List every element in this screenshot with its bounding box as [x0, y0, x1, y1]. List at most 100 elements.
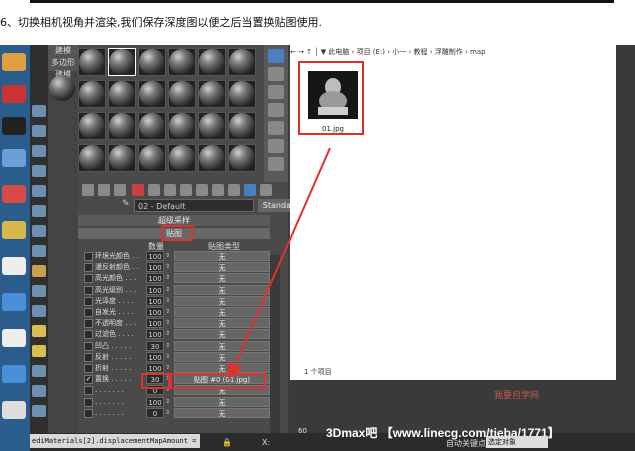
- map-amount-field[interactable]: 100: [146, 273, 164, 284]
- tool-icon[interactable]: [32, 185, 46, 197]
- map-enable-checkbox[interactable]: [84, 330, 93, 340]
- map-type-button[interactable]: 无: [174, 284, 270, 295]
- desktop-icon[interactable]: [2, 221, 26, 239]
- copy-material-icon[interactable]: [148, 184, 160, 196]
- sample-slot[interactable]: [138, 80, 166, 108]
- amount-spinner[interactable]: ⇕: [165, 397, 170, 407]
- desktop-icon[interactable]: [2, 85, 26, 103]
- put-library-icon[interactable]: [180, 184, 192, 196]
- sample-type-icon[interactable]: [268, 49, 284, 63]
- map-enable-checkbox[interactable]: [84, 252, 93, 261]
- light-icon[interactable]: [32, 325, 46, 337]
- map-type-button[interactable]: 无: [174, 396, 270, 407]
- map-amount-field[interactable]: 100: [146, 307, 164, 317]
- map-amount-field[interactable]: 100: [146, 295, 164, 306]
- sample-slot[interactable]: [138, 48, 166, 76]
- map-enable-checkbox[interactable]: [84, 285, 93, 295]
- tool-icon[interactable]: [32, 165, 46, 177]
- map-type-button[interactable]: 无: [174, 273, 270, 284]
- sample-slot[interactable]: [198, 112, 226, 140]
- desktop-icon[interactable]: [2, 53, 26, 71]
- get-material-icon[interactable]: [82, 184, 94, 196]
- amount-spinner[interactable]: ⇕: [165, 363, 170, 373]
- sample-slot[interactable]: [168, 48, 196, 76]
- desktop-icon[interactable]: [2, 149, 26, 167]
- sample-slot[interactable]: [138, 144, 166, 172]
- put-to-scene-icon[interactable]: [98, 184, 110, 196]
- map-amount-field[interactable]: 100: [146, 329, 164, 340]
- reset-map-icon[interactable]: [132, 184, 144, 196]
- map-type-button[interactable]: 无: [174, 407, 270, 418]
- map-type-button[interactable]: 无: [174, 251, 270, 261]
- map-enable-checkbox[interactable]: [84, 364, 93, 373]
- sample-slot[interactable]: [198, 144, 226, 172]
- tool-icon[interactable]: [32, 205, 46, 217]
- material-id-icon[interactable]: [196, 184, 208, 196]
- amount-spinner[interactable]: ⇕: [165, 318, 170, 328]
- tool-icon[interactable]: [32, 385, 46, 397]
- video-check-icon[interactable]: [268, 121, 284, 135]
- amount-spinner[interactable]: ⇕: [165, 296, 170, 306]
- map-amount-field[interactable]: 100: [146, 262, 164, 273]
- map-amount-field[interactable]: 100: [146, 318, 164, 329]
- file-item-01jpg[interactable]: 01.jpg: [298, 61, 364, 135]
- assign-material-icon[interactable]: [114, 184, 126, 196]
- sample-slot[interactable]: [78, 144, 106, 172]
- background-icon[interactable]: [268, 85, 284, 99]
- map-type-button[interactable]: 无: [174, 363, 270, 373]
- map-type-button[interactable]: 无: [174, 295, 270, 306]
- sample-slot[interactable]: [108, 48, 136, 76]
- make-unique-icon[interactable]: [164, 184, 176, 196]
- tool-icon[interactable]: [32, 225, 46, 237]
- desktop-icon[interactable]: [2, 365, 26, 383]
- map-amount-field[interactable]: 100: [146, 251, 164, 261]
- map-enable-checkbox[interactable]: [84, 308, 93, 317]
- sample-slot[interactable]: [78, 80, 106, 108]
- sample-slot[interactable]: [168, 144, 196, 172]
- tool-icon[interactable]: [32, 365, 46, 377]
- map-type-button[interactable]: 无: [174, 329, 270, 340]
- sample-slot[interactable]: [108, 112, 136, 140]
- amount-spinner[interactable]: ⇕: [165, 285, 170, 295]
- tool-icon[interactable]: [32, 125, 46, 137]
- map-amount-field[interactable]: 30: [146, 340, 164, 351]
- map-amount-field[interactable]: 0: [146, 407, 164, 418]
- show-map-icon[interactable]: [212, 184, 224, 196]
- lock-icon[interactable]: 🔒: [222, 438, 232, 447]
- backlight-icon[interactable]: [268, 67, 284, 81]
- sample-slot[interactable]: [168, 80, 196, 108]
- map-amount-field[interactable]: 100: [146, 351, 164, 362]
- map-enable-checkbox[interactable]: [84, 386, 93, 396]
- desktop-icon[interactable]: [2, 293, 26, 311]
- sample-slot[interactable]: [168, 112, 196, 140]
- tool-icon[interactable]: [32, 245, 46, 257]
- eyedropper-icon[interactable]: ✎: [122, 199, 130, 209]
- amount-spinner[interactable]: ⇕: [165, 408, 170, 418]
- amount-spinner[interactable]: ⇕: [165, 262, 170, 272]
- map-enable-checkbox[interactable]: [84, 263, 93, 273]
- sample-slot[interactable]: [108, 80, 136, 108]
- desktop-icon[interactable]: [2, 257, 26, 275]
- map-type-button[interactable]: 无: [174, 318, 270, 329]
- sample-slot[interactable]: [198, 80, 226, 108]
- amount-spinner[interactable]: ⇕: [165, 251, 170, 261]
- sample-slot[interactable]: [228, 112, 256, 140]
- desktop-icon[interactable]: [2, 329, 26, 347]
- light-icon[interactable]: [32, 345, 46, 357]
- go-to-parent-icon[interactable]: [244, 184, 256, 196]
- material-name-field[interactable]: 02 - Default: [134, 199, 254, 212]
- rollout-scrollbar[interactable]: [270, 255, 280, 435]
- sample-slot[interactable]: [228, 144, 256, 172]
- sample-slot[interactable]: [78, 112, 106, 140]
- auto-key-button[interactable]: 自动关键点: [446, 438, 486, 449]
- map-enable-checkbox[interactable]: [84, 296, 93, 306]
- map-enable-checkbox[interactable]: [84, 352, 93, 362]
- map-type-button[interactable]: 无: [174, 307, 270, 317]
- desktop-icon[interactable]: [2, 401, 26, 419]
- amount-spinner[interactable]: ⇕: [165, 341, 170, 351]
- map-amount-field[interactable]: 100: [146, 284, 164, 295]
- breadcrumb[interactable]: ← → ↑ │ ▼ 此电脑 › 项目 (E:) › 小一 › 教程 › 浮雕制作…: [290, 45, 616, 59]
- sample-slot[interactable]: [78, 48, 106, 76]
- tool-icon[interactable]: [32, 405, 46, 417]
- show-end-result-icon[interactable]: [228, 184, 240, 196]
